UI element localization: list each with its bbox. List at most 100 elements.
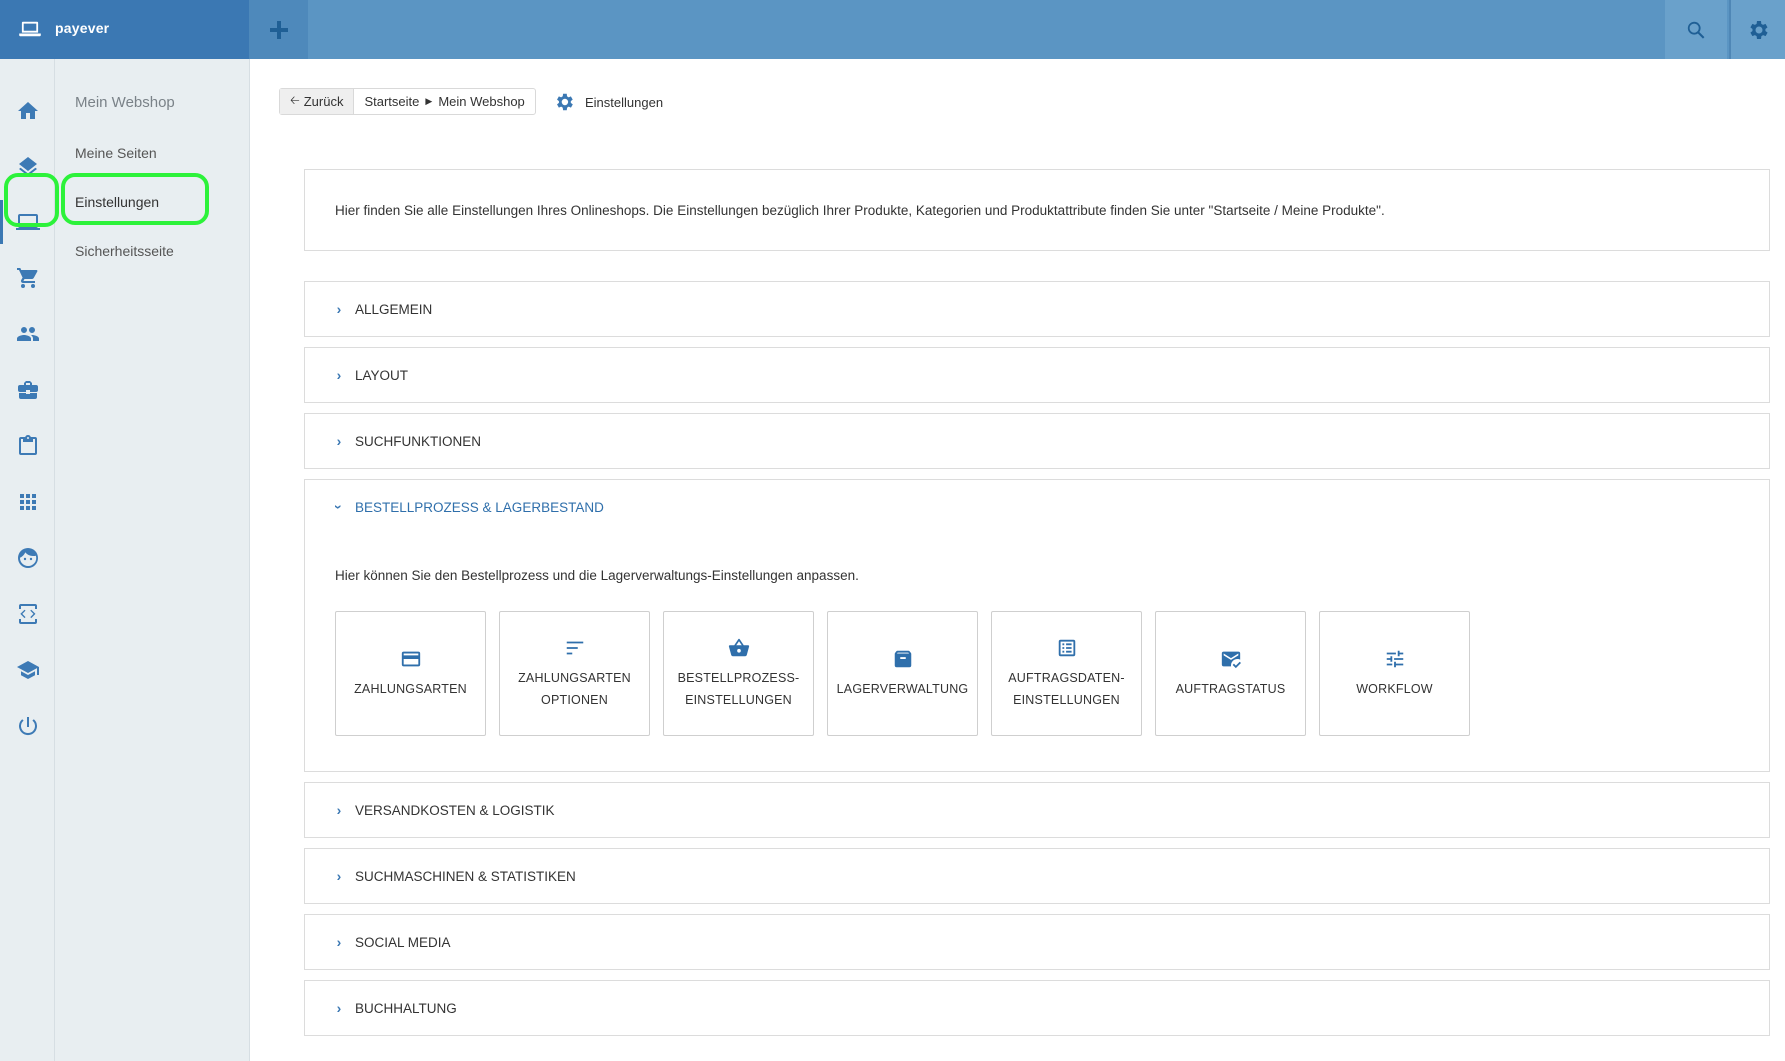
rail-apps[interactable] <box>0 478 55 526</box>
brand-name: payever <box>55 20 110 36</box>
section-label: LAYOUT <box>355 367 409 383</box>
mark-email-read-icon <box>1221 651 1241 668</box>
tile-workflow[interactable]: WORKFLOW <box>1319 611 1470 736</box>
chevron-right-icon: › <box>336 802 342 818</box>
top-bar: payever <box>0 0 1785 59</box>
gear-icon <box>557 93 573 111</box>
page-title: Einstellungen <box>553 91 663 113</box>
tile-bestellprozess-einstellungen[interactable]: BESTELLPROZESS- EINSTELLUNGEN <box>663 611 814 736</box>
tile-label: ZAHLUNGSARTEN <box>518 670 631 685</box>
intro-text: Hier finden Sie alle Einstellungen Ihres… <box>335 203 1385 218</box>
laptop-icon <box>19 21 41 37</box>
rail-layers[interactable] <box>0 143 55 191</box>
basket-icon <box>728 638 749 656</box>
tile-zahlungsarten[interactable]: ZAHLUNGSARTEN <box>335 611 486 736</box>
power-icon <box>18 717 37 736</box>
archive-box-icon <box>894 650 911 667</box>
breadcrumb-path: Startseite ▶ Mein Webshop <box>354 89 534 114</box>
plus-icon <box>269 20 288 39</box>
rail-developer[interactable] <box>0 590 55 638</box>
home-icon <box>17 102 38 119</box>
icon-rail <box>0 59 55 1061</box>
school-icon <box>16 661 39 679</box>
back-button[interactable]: 🡠 Zurück <box>280 89 355 114</box>
section-suchmaschinen[interactable]: › SUCHMASCHINEN & STATISTIKEN <box>304 848 1770 904</box>
chevron-right-icon: › <box>336 367 342 383</box>
search-button[interactable] <box>1665 0 1727 59</box>
back-label: Zurück <box>303 94 344 109</box>
chevron-right-icon: › <box>336 1000 342 1016</box>
submenu-title: Mein Webshop <box>75 94 175 111</box>
breadcrumb-item-startseite[interactable]: Startseite <box>364 94 419 109</box>
page-title-label: Einstellungen <box>585 94 664 110</box>
gear-icon <box>1750 20 1768 39</box>
brand[interactable]: payever <box>0 0 249 59</box>
tile-grid: ZAHLUNGSARTEN ZAHLUNGSARTEN OPTIONEN BES… <box>335 611 1470 736</box>
submenu-item-einstellungen[interactable]: Einstellungen <box>75 194 159 210</box>
tile-label: ZAHLUNGSARTEN <box>354 681 467 696</box>
rail-contacts[interactable] <box>0 310 55 358</box>
section-label: BUCHHALTUNG <box>355 1000 457 1016</box>
section-label: SUCHMASCHINEN & STATISTIKEN <box>355 868 576 884</box>
tile-zahlungsarten-optionen[interactable]: ZAHLUNGSARTEN OPTIONEN <box>499 611 650 736</box>
add-button[interactable] <box>249 0 308 59</box>
section-allgemein[interactable]: › ALLGEMEIN <box>304 281 1770 337</box>
chevron-right-icon: › <box>336 301 342 317</box>
rail-webshop[interactable] <box>0 198 55 246</box>
caret-right-icon: ▶ <box>425 96 433 106</box>
tune-sliders-icon <box>1386 650 1403 667</box>
rail-customers[interactable] <box>0 534 55 582</box>
section-social-media[interactable]: › SOCIAL MEDIA <box>304 914 1770 970</box>
tile-label: AUFTRAGSDATEN- <box>1008 670 1125 685</box>
section-label: VERSANDKOSTEN & LOGISTIK <box>355 802 555 818</box>
section-description: Hier können Sie den Bestellprozess und d… <box>335 568 859 583</box>
breadcrumb-item-webshop[interactable]: Mein Webshop <box>438 94 524 109</box>
submenu: Mein Webshop Meine Seiten Einstellungen … <box>55 59 250 1061</box>
search-icon <box>1687 21 1705 39</box>
tile-label: OPTIONEN <box>541 692 608 707</box>
submenu-item-sicherheitsseite[interactable]: Sicherheitsseite <box>75 243 174 259</box>
code-icon <box>18 604 37 624</box>
layers-icon <box>18 157 37 176</box>
clipboard-icon <box>18 435 37 455</box>
tile-auftragstatus[interactable]: AUFTRAGSTATUS <box>1155 611 1306 736</box>
section-label: BESTELLPROZESS & LAGERBESTAND <box>355 499 604 515</box>
rail-business[interactable] <box>0 366 55 414</box>
chevron-down-icon: › <box>331 504 347 510</box>
section-label: ALLGEMEIN <box>355 301 433 317</box>
rail-shop[interactable] <box>0 254 55 302</box>
laptop-icon <box>15 214 40 230</box>
section-header[interactable]: › BESTELLPROZESS & LAGERBESTAND <box>331 499 604 515</box>
section-label: SUCHFUNKTIONEN <box>355 433 482 449</box>
tile-label: BESTELLPROZESS- <box>677 670 800 685</box>
chevron-right-icon: › <box>336 868 342 884</box>
arrow-left-icon: 🡠 <box>290 93 300 107</box>
tile-label: EINSTELLUNGEN <box>1013 692 1120 707</box>
rail-home[interactable] <box>0 87 55 135</box>
credit-card-icon <box>401 651 420 666</box>
settings-button[interactable] <box>1729 0 1785 59</box>
section-layout[interactable]: › LAYOUT <box>304 347 1770 403</box>
intro-panel: Hier finden Sie alle Einstellungen Ihres… <box>304 169 1770 251</box>
submenu-item-meine-seiten[interactable]: Meine Seiten <box>75 145 157 161</box>
cart-icon <box>16 268 37 288</box>
chevron-right-icon: › <box>336 934 342 950</box>
chevron-right-icon: › <box>336 433 342 449</box>
briefcase-icon <box>17 381 38 399</box>
list-document-icon <box>1058 639 1075 656</box>
rail-orders[interactable] <box>0 422 55 470</box>
tile-label: EINSTELLUNGEN <box>685 692 792 707</box>
section-buchhaltung[interactable]: › BUCHHALTUNG <box>304 980 1770 1036</box>
tile-lagerverwaltung[interactable]: LAGERVERWALTUNG <box>827 611 978 736</box>
section-suchfunktionen[interactable]: › SUCHFUNKTIONEN <box>304 413 1770 469</box>
section-versandkosten[interactable]: › VERSANDKOSTEN & LOGISTIK <box>304 782 1770 838</box>
apps-grid-icon <box>19 494 36 510</box>
sort-lines-icon <box>566 641 583 654</box>
tile-auftragsdaten-einstellungen[interactable]: AUFTRAGSDATEN- EINSTELLUNGEN <box>991 611 1142 736</box>
tile-label: LAGERVERWALTUNG <box>836 681 969 696</box>
face-icon <box>17 548 38 568</box>
people-icon <box>16 327 39 341</box>
rail-academy[interactable] <box>0 646 55 694</box>
rail-logout[interactable] <box>0 702 55 750</box>
breadcrumb: 🡠 Zurück Startseite ▶ Mein Webshop <box>279 88 536 115</box>
